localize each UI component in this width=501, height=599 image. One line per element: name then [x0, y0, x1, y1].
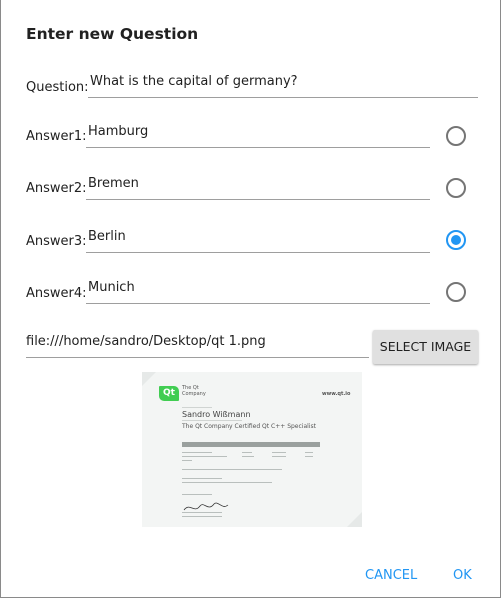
cert-name: Sandro Wißmann [182, 410, 251, 419]
cert-title: The Qt Company Certified Qt C++ Speciali… [182, 423, 316, 430]
answer1-input[interactable]: Hamburg [86, 124, 430, 148]
cert-line [182, 482, 272, 483]
answer2-input[interactable]: Bremen [86, 176, 430, 200]
answer1-radio[interactable] [446, 126, 466, 146]
radio-selected-dot [451, 235, 461, 245]
ok-button[interactable]: OK [453, 566, 472, 586]
cancel-button[interactable]: CANCEL [365, 566, 417, 586]
cert-line [182, 420, 242, 421]
cert-line [242, 452, 252, 453]
answer3-radio[interactable] [446, 230, 466, 250]
image-preview: Qt The Qt Company www.qt.io Sandro Wißma… [142, 372, 362, 527]
company-line2: Company [182, 391, 206, 397]
qt-logo: Qt [159, 386, 179, 401]
answer4-radio[interactable] [446, 282, 466, 302]
cert-line [182, 456, 227, 457]
cert-line [182, 516, 222, 517]
company-url: www.qt.io [322, 391, 351, 397]
dialog-title: Enter new Question [26, 25, 199, 43]
cert-line [182, 469, 282, 470]
cert-line [272, 456, 286, 457]
cert-line [272, 452, 286, 453]
cert-line [305, 452, 313, 453]
cert-line [305, 456, 313, 457]
select-image-button[interactable]: SELECT IMAGE [373, 330, 478, 364]
signature [183, 502, 229, 511]
answer1-label: Answer1: [26, 129, 87, 144]
question-dialog: Enter new Question Question: What is the… [0, 0, 501, 598]
answer3-label: Answer3: [26, 234, 87, 249]
answer4-label: Answer4: [26, 286, 87, 301]
answer2-radio[interactable] [446, 178, 466, 198]
answer3-input[interactable]: Berlin [86, 229, 430, 253]
answer4-input[interactable]: Munich [86, 280, 430, 304]
cert-line [182, 407, 212, 408]
cert-line [182, 494, 212, 495]
cert-line [182, 478, 222, 479]
question-label: Question: [26, 80, 89, 95]
cert-table-header [182, 442, 320, 447]
image-path-field[interactable]: file:///home/sandro/Desktop/qt 1.png [26, 334, 369, 358]
cert-line [182, 512, 222, 513]
cert-line [182, 460, 192, 461]
cert-line [182, 452, 212, 453]
cert-line [242, 456, 254, 457]
answer2-label: Answer2: [26, 181, 87, 196]
question-input[interactable]: What is the capital of germany? [88, 74, 478, 98]
